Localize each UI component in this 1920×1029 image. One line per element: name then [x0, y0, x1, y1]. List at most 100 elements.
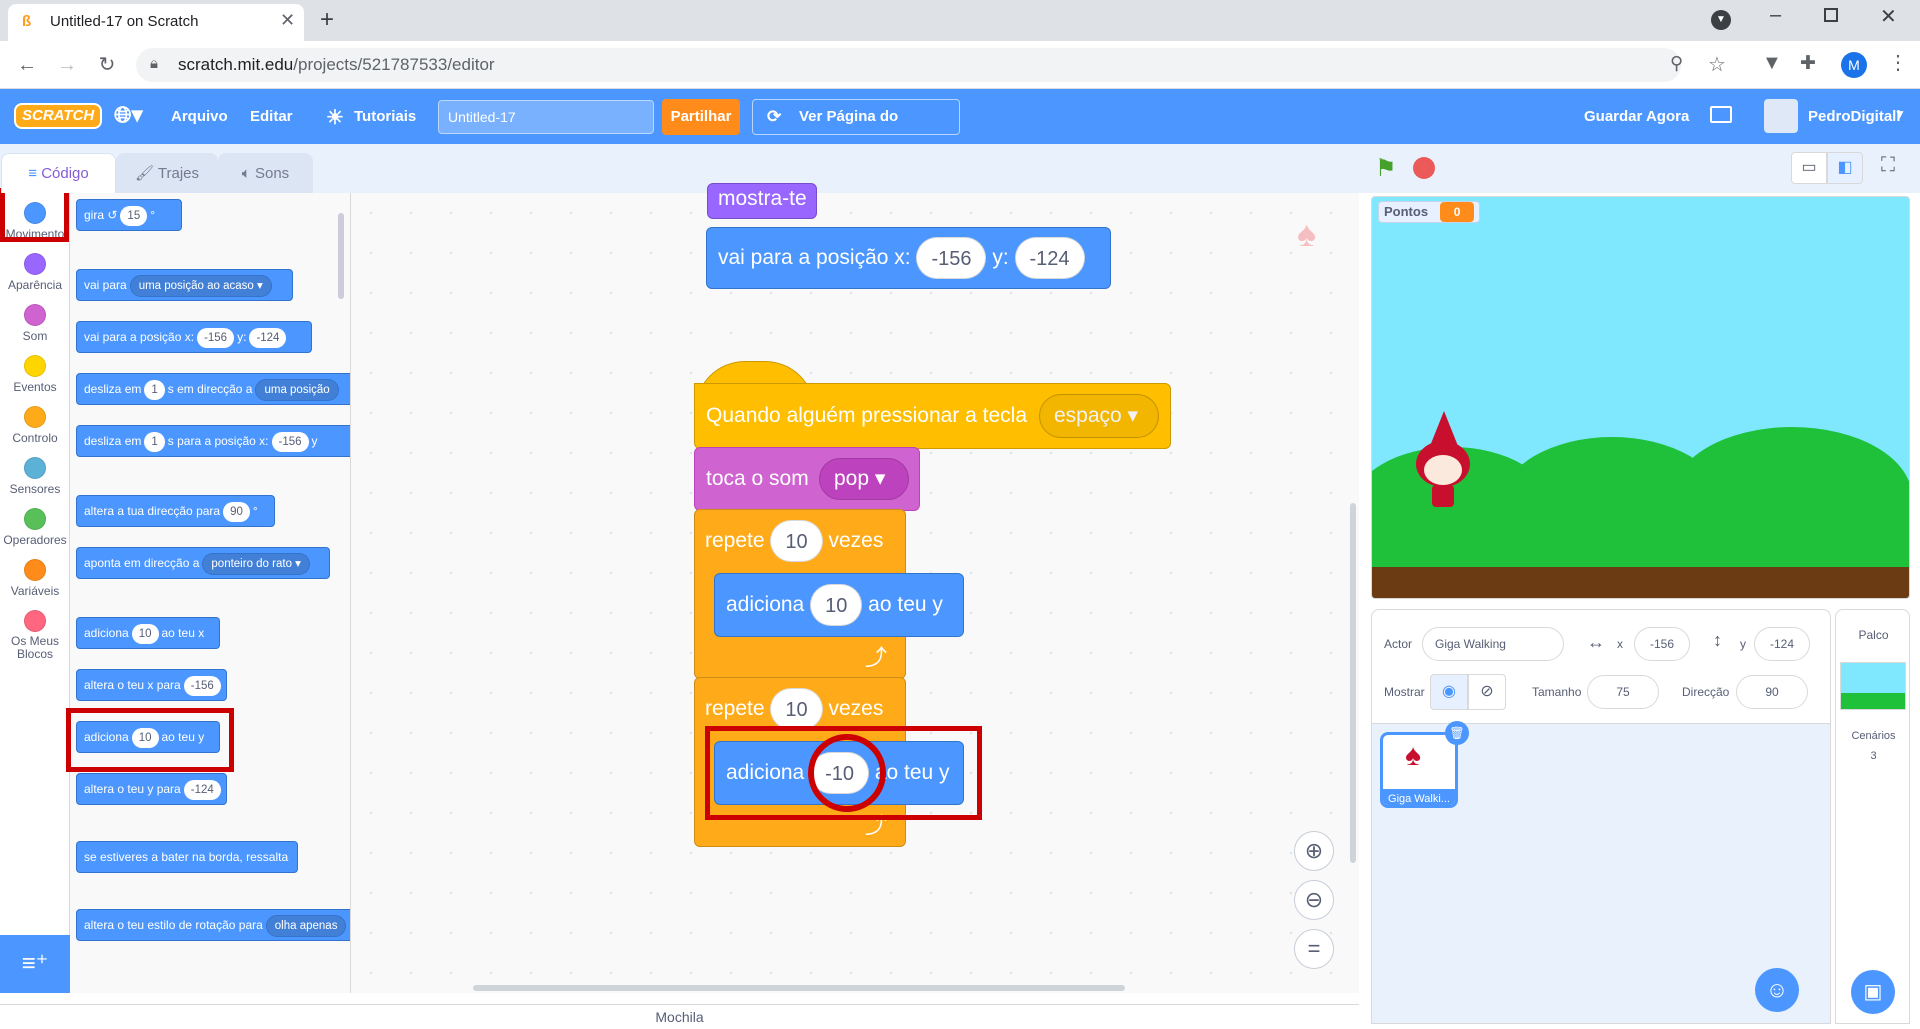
block-play-sound[interactable]: toca o som pop ▾: [694, 447, 920, 511]
minimize-icon[interactable]: –: [1770, 4, 1781, 27]
code-horizontal-scrollbar[interactable]: [473, 985, 1125, 991]
close-window-icon[interactable]: ✕: [1880, 4, 1897, 29]
block-input[interactable]: 90: [223, 501, 250, 522]
file-menu[interactable]: Arquivo: [171, 89, 228, 144]
fullscreen-icon[interactable]: ⛶: [1881, 154, 1895, 177]
more-menu-icon[interactable]: ⋮: [1888, 50, 1908, 75]
zoom-out-button[interactable]: ⊖: [1294, 880, 1334, 920]
url-bar[interactable]: 🔒︎ scratch.mit.edu/projects/521787533/ed…: [136, 48, 1726, 82]
category-sensing[interactable]: Sensores: [0, 457, 70, 496]
block-dropdown[interactable]: uma posição: [255, 378, 339, 401]
browser-tab[interactable]: ß Untitled-17 on Scratch ✕: [8, 4, 304, 41]
block-dropdown[interactable]: uma posição ao acaso ▾: [129, 274, 272, 297]
sprite-name-input[interactable]: Giga Walking: [1422, 627, 1564, 661]
palette-block-turn[interactable]: gira ↺ 15 °: [76, 199, 182, 231]
block-dropdown[interactable]: ponteiro do rato ▾: [202, 552, 310, 575]
bookmark-star-icon[interactable]: ☆: [1708, 52, 1726, 77]
block-dropdown[interactable]: olha apenas: [265, 914, 347, 937]
block-input[interactable]: 1: [144, 431, 165, 452]
category-my-blocks[interactable]: Os Meus Blocos: [0, 610, 70, 661]
direction-input[interactable]: 90: [1736, 675, 1808, 709]
restore-icon[interactable]: [1824, 8, 1838, 22]
block-input[interactable]: 1: [144, 379, 165, 400]
sprite-tile[interactable]: ♠ Giga Walki...: [1380, 732, 1458, 808]
show-hidden-button[interactable]: ⊘: [1468, 674, 1506, 710]
block-input[interactable]: 10: [131, 623, 159, 644]
category-looks[interactable]: Aparência: [0, 253, 70, 292]
tab-sounds[interactable]: 🔈︎ Sons: [218, 153, 313, 193]
delete-sprite-icon[interactable]: 🗑︎: [1445, 721, 1469, 745]
block-input[interactable]: 10: [770, 688, 823, 731]
show-visible-button[interactable]: ◉: [1430, 674, 1468, 710]
block-input[interactable]: 10: [770, 520, 823, 563]
block-input[interactable]: -124: [1014, 237, 1085, 280]
size-input[interactable]: 75: [1587, 675, 1659, 709]
back-icon[interactable]: ←: [12, 48, 42, 82]
see-project-page-button[interactable]: ⟳ Ver Página do Projecto: [752, 99, 960, 159]
block-input[interactable]: -156: [197, 327, 235, 348]
palette-block-change-x[interactable]: adiciona 10 ao teu x: [76, 617, 220, 649]
block-when-key-pressed[interactable]: Quando alguém pressionar a tecla espaço …: [694, 383, 1171, 449]
stage-canvas[interactable]: Pontos 0: [1371, 196, 1910, 599]
puzzle-extensions-icon[interactable]: ✚: [1800, 52, 1816, 75]
green-flag-icon[interactable]: ⚑: [1375, 154, 1397, 183]
add-backdrop-button[interactable]: ▣: [1851, 970, 1895, 1014]
project-title-input[interactable]: Untitled-17: [438, 100, 654, 134]
my-stuff-folder-icon[interactable]: [1710, 106, 1732, 123]
forward-icon[interactable]: →: [52, 48, 82, 82]
category-variables[interactable]: Variáveis: [0, 559, 70, 598]
scratch-logo[interactable]: SCRATCH: [14, 103, 103, 129]
new-tab-icon[interactable]: +: [320, 6, 334, 34]
code-workspace[interactable]: mostra-te vai para a posição x: -156 y: …: [351, 183, 1359, 993]
block-input[interactable]: -124: [249, 327, 287, 348]
block-change-y-1[interactable]: adiciona 10 ao teu y: [714, 573, 964, 637]
block-input[interactable]: -156: [916, 237, 987, 280]
user-avatar[interactable]: [1764, 99, 1798, 133]
palette-block-set-y[interactable]: altera o teu y para -124: [76, 773, 227, 805]
block-goto-xy[interactable]: vai para a posição x: -156 y: -124: [706, 227, 1111, 289]
tab-costumes[interactable]: 🖌︎ Trajes: [116, 153, 218, 193]
stage-selector[interactable]: Palco Cenários 3 ▣: [1835, 609, 1910, 1024]
tutorials-menu[interactable]: Tutoriais: [354, 89, 416, 144]
add-extension-button[interactable]: ≡⁺: [0, 935, 70, 993]
language-globe-icon[interactable]: 🌐︎▾: [114, 102, 143, 128]
y-position-input[interactable]: -124: [1754, 627, 1810, 661]
add-sprite-button[interactable]: ☺: [1755, 968, 1799, 1012]
block-input[interactable]: -124: [183, 779, 221, 800]
sound-dropdown[interactable]: pop ▾: [819, 458, 909, 500]
block-show[interactable]: mostra-te: [707, 183, 817, 219]
extension-icon[interactable]: ▼: [1762, 52, 1782, 75]
palette-block-goto[interactable]: vai para uma posição ao acaso ▾: [76, 269, 293, 301]
block-input[interactable]: 10: [810, 584, 863, 627]
x-position-input[interactable]: -156: [1634, 627, 1690, 661]
profile-avatar[interactable]: M: [1841, 52, 1867, 78]
account-chevron-down-icon[interactable]: ▼: [1894, 107, 1906, 121]
large-stage-button[interactable]: ◧: [1827, 152, 1863, 184]
close-tab-icon[interactable]: ✕: [280, 10, 295, 31]
palette-block-goto-xy[interactable]: vai para a posição x: -156 y: -124: [76, 321, 312, 353]
palette-block-glide-to[interactable]: desliza em 1 s em direcção a uma posição: [76, 373, 350, 405]
block-input[interactable]: -156: [183, 675, 221, 696]
palette-block-glide-xy[interactable]: desliza em 1 s para a posição x: -156 y: [76, 425, 350, 457]
category-sound[interactable]: Som: [0, 304, 70, 343]
block-input[interactable]: 15: [120, 205, 148, 226]
username-menu[interactable]: PedroDigitall: [1808, 89, 1901, 144]
edit-menu[interactable]: Editar: [250, 89, 293, 144]
zoom-icon[interactable]: ⚲: [1670, 53, 1683, 74]
code-vertical-scrollbar[interactable]: [1350, 503, 1356, 863]
category-operators[interactable]: Operadores: [0, 508, 70, 547]
palette-scrollbar[interactable]: [338, 213, 344, 299]
zoom-in-button[interactable]: ⊕: [1294, 831, 1334, 871]
tab-code[interactable]: ≡ Código: [1, 153, 116, 193]
stop-sign-icon[interactable]: [1413, 157, 1435, 179]
palette-block-bounce[interactable]: se estiveres a bater na borda, ressalta: [76, 841, 298, 873]
reload-icon[interactable]: ↻: [92, 48, 122, 82]
palette-block-set-x[interactable]: altera o teu x para -156: [76, 669, 227, 701]
palette-block-point-towards[interactable]: aponta em direcção a ponteiro do rato ▾: [76, 547, 330, 579]
zoom-reset-button[interactable]: =: [1294, 929, 1334, 969]
key-dropdown[interactable]: espaço ▾: [1039, 394, 1159, 438]
palette-block-point-direction[interactable]: altera a tua direcção para 90 °: [76, 495, 275, 527]
category-events[interactable]: Eventos: [0, 355, 70, 394]
save-now-link[interactable]: Guardar Agora: [1584, 89, 1689, 144]
backpack-bar[interactable]: Mochila: [0, 1004, 1359, 1028]
